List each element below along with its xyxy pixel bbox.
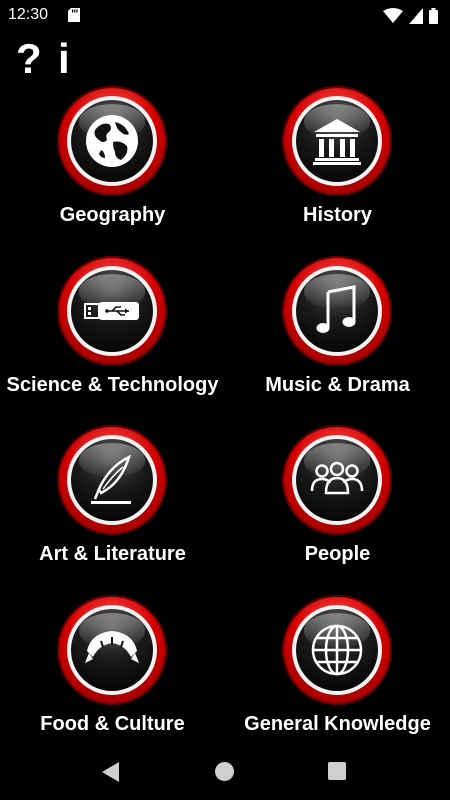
status-bar: 12:30 bbox=[0, 0, 450, 32]
category-food-culture[interactable]: Food & Culture bbox=[0, 595, 225, 765]
signal-icon bbox=[409, 8, 423, 24]
category-button[interactable] bbox=[57, 256, 167, 366]
category-label: Science & Technology bbox=[6, 374, 219, 396]
category-science-technology[interactable]: Science & Technology bbox=[0, 256, 225, 426]
category-art-literature[interactable]: Art & Literature bbox=[0, 425, 225, 595]
category-button[interactable] bbox=[282, 256, 392, 366]
category-music-drama[interactable]: Music & Drama bbox=[225, 256, 450, 426]
category-label: History bbox=[303, 204, 372, 226]
category-button[interactable] bbox=[282, 595, 392, 705]
category-geography[interactable]: Geography bbox=[0, 86, 225, 256]
category-label: Geography bbox=[59, 204, 166, 226]
category-people[interactable]: People bbox=[225, 425, 450, 595]
category-label: Music & Drama bbox=[265, 374, 410, 396]
usb-drive-icon bbox=[84, 302, 139, 320]
croissant-icon bbox=[85, 631, 139, 663]
navigation-bar bbox=[0, 744, 450, 800]
museum-icon bbox=[313, 119, 361, 165]
people-group-icon bbox=[310, 461, 364, 495]
status-icons bbox=[383, 6, 438, 26]
info-icon[interactable]: i bbox=[58, 38, 70, 80]
help-icon[interactable]: ? bbox=[16, 38, 42, 80]
music-note-icon bbox=[316, 285, 356, 333]
category-button[interactable] bbox=[57, 595, 167, 705]
battery-icon bbox=[429, 8, 438, 24]
sd-card-icon bbox=[68, 8, 80, 22]
wifi-icon bbox=[383, 8, 403, 23]
back-icon[interactable] bbox=[102, 762, 119, 782]
category-general-knowledge[interactable]: General Knowledge bbox=[225, 595, 450, 765]
category-label: Food & Culture bbox=[40, 713, 185, 735]
category-label: General Knowledge bbox=[244, 713, 431, 735]
category-button[interactable] bbox=[282, 425, 392, 535]
status-time: 12:30 bbox=[8, 6, 49, 23]
category-button[interactable] bbox=[282, 86, 392, 196]
home-icon[interactable] bbox=[215, 762, 234, 781]
world-grid-icon bbox=[311, 624, 363, 676]
recents-icon[interactable] bbox=[328, 762, 346, 780]
category-button[interactable] bbox=[57, 425, 167, 535]
category-label: Art & Literature bbox=[39, 543, 186, 565]
category-history[interactable]: History bbox=[225, 86, 450, 256]
quill-pen-icon bbox=[91, 454, 132, 504]
category-button[interactable] bbox=[57, 86, 167, 196]
globe-icon bbox=[86, 115, 138, 167]
category-label: People bbox=[304, 543, 371, 565]
